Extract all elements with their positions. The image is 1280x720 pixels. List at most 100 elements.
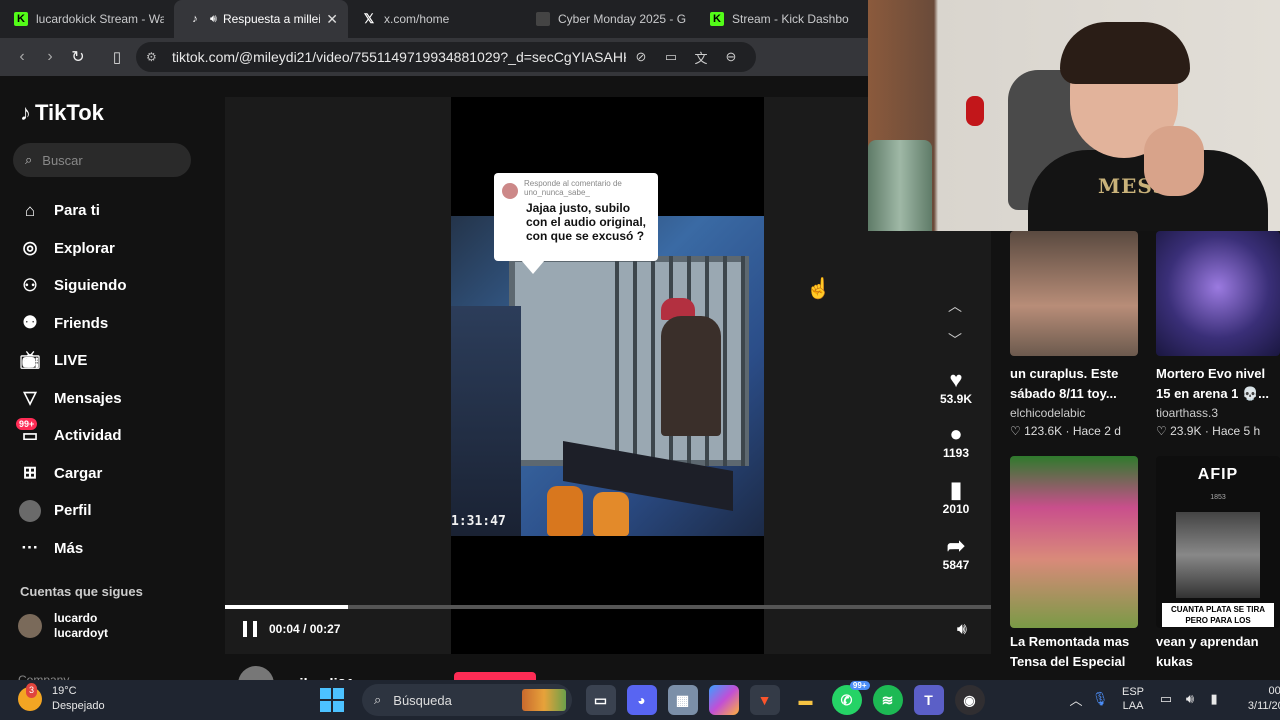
cctv-timestamp: 1:31:47 (451, 514, 506, 529)
copilot-icon[interactable] (708, 685, 739, 715)
video-frame[interactable]: 1:31:47 (451, 216, 764, 536)
video-controls: 00:04 / 00:27 (243, 621, 340, 637)
card-author[interactable]: tioarthass.3 (1156, 404, 1280, 422)
cast-icon[interactable]: ▭ (656, 49, 686, 65)
sidebar-item-para-ti[interactable]: ⌂ Para ti (18, 192, 218, 230)
scene-shelf (451, 306, 521, 536)
clock-date: 3/11/2025 (1247, 700, 1280, 712)
sidebar-item-perfil[interactable]: Perfil (18, 492, 218, 530)
sidebar-item-actividad[interactable]: ▭ 99+ Actividad (16, 417, 218, 455)
sidebar-item-label: Perfil (54, 502, 92, 520)
search-highlight-image (522, 689, 566, 711)
sidebar-item-cargar[interactable]: ⊞ Cargar (18, 455, 218, 493)
chevron-up-icon[interactable]: ︿ (1064, 690, 1088, 709)
system-tray: ︿ 🎙︎ ESP LAA ▭ 🔊︎ ▮ 00:30 3/11/2025 (1064, 684, 1280, 714)
avatar (18, 614, 42, 638)
share-button[interactable]: ➦ 5847 (931, 534, 981, 573)
bookmark-icon[interactable]: ▯ (106, 48, 128, 66)
tab-tiktok-active[interactable]: ♪ 🔊︎ Respuesta a milleid ✕ (174, 0, 348, 38)
recommended-card[interactable]: AFIP 1853 CUANTA PLATA SE TIRA PERO PARA… (1156, 456, 1280, 672)
taskbar-search-label: Búsqueda (393, 692, 452, 708)
volume-icon[interactable]: 🔊︎ (1178, 691, 1202, 707)
microphone-icon[interactable]: 🎙︎ (1088, 691, 1112, 707)
comment-count: 1193 (942, 446, 970, 460)
account-name: lucardo (54, 611, 98, 625)
reply-header: Responde al comentario de uno_nunca_sabe… (524, 179, 622, 197)
tab-title: Cyber Monday 2025 - Grid (558, 12, 686, 26)
folder-icon[interactable]: ▬ (791, 685, 821, 715)
back-arrow-icon[interactable]: ‹ (8, 48, 36, 66)
brave-browser-icon[interactable]: ▼ (749, 685, 780, 715)
search-icon: ⌕ (374, 692, 382, 707)
sidebar-item-explorar[interactable]: ◎ Explorar (18, 230, 218, 268)
tiktok-logo[interactable]: ♪ TikTok (20, 100, 104, 126)
tracking-shield-icon[interactable]: ⊘ (626, 49, 656, 65)
tab-kick-dashboard[interactable]: K Stream - Kick Dashbo (696, 0, 870, 38)
weather-widget[interactable]: 3 19°C Despejado (18, 683, 105, 714)
language-indicator[interactable]: ESP LAA (1122, 685, 1144, 713)
reply-comment-card: Responde al comentario de uno_nunca_sabe… (494, 173, 658, 261)
sidebar-item-siguiendo[interactable]: ⚇ Siguiendo (18, 267, 218, 305)
tab-x-home[interactable]: 𝕏 x.com/home (348, 0, 522, 38)
sidebar-item-label: Para ti (54, 202, 100, 220)
speaker-icon[interactable]: 🔊︎ (210, 13, 217, 26)
video-progress-fill (225, 605, 348, 609)
card-author[interactable]: elchicodelabic (1010, 404, 1138, 422)
obs-icon[interactable]: ◉ (954, 685, 985, 715)
spotify-icon[interactable]: ≋ (872, 685, 903, 715)
card-title: un curaplus. Este sábado 8/11 toy... (1010, 366, 1119, 401)
video-progress-bar[interactable] (225, 605, 991, 609)
close-tab-icon[interactable]: ✕ (326, 11, 338, 28)
address-bar[interactable]: ⚙ tiktok.com/@mileydi21/video/7551149719… (136, 42, 756, 72)
taskbar-search[interactable]: ⌕ Búsqueda (362, 684, 572, 716)
followed-account[interactable]: lucardo lucardoyt (18, 611, 108, 641)
network-icon[interactable]: ▭ (1154, 691, 1178, 707)
tab-title: Respuesta a milleid (222, 12, 321, 26)
comment-button[interactable]: ● 1193 (931, 422, 981, 461)
battery-icon[interactable]: ▮ (1202, 691, 1226, 707)
save-button[interactable]: ▮ 2010 (931, 478, 981, 517)
site-settings-icon[interactable]: ⚙ (146, 50, 164, 64)
screen: K lucardokick Stream - Watch ♪ 🔊︎ Respue… (0, 0, 1280, 720)
whatsapp-icon[interactable]: ✆ 99+ (831, 681, 870, 715)
like-button[interactable]: ♥ 53.9K (931, 368, 981, 407)
card-title: vean y aprendan kukas (1156, 634, 1259, 669)
sidebar-item-friends[interactable]: ⚉ Friends (18, 305, 218, 343)
time-separator: / (299, 622, 310, 636)
photoshop-icon[interactable]: ▦ (667, 685, 698, 715)
recommended-card[interactable]: Mortero Evo nivel 15 en arena 1 💀... tio… (1156, 231, 1280, 440)
webcam-overlay: MESSI (868, 0, 1280, 231)
reload-icon[interactable]: ↻ (64, 47, 92, 67)
zoom-icon[interactable]: ⊖ (716, 49, 746, 65)
forward-arrow-icon[interactable]: › (36, 48, 64, 66)
translate-icon[interactable]: 文 (686, 48, 716, 67)
grid-icon (536, 12, 550, 26)
video-thumbnail[interactable]: AFIP 1853 CUANTA PLATA SE TIRA PERO PARA… (1156, 456, 1280, 628)
teams-icon[interactable]: T (913, 685, 944, 715)
video-thumbnail[interactable] (1010, 456, 1138, 628)
windows-start-icon[interactable] (320, 688, 344, 712)
url-text[interactable]: tiktok.com/@mileydi21/video/755114971993… (172, 49, 626, 65)
sidebar-item-mensajes[interactable]: ▽ Mensajes (18, 380, 218, 418)
sidebar-item-mas[interactable]: ··· Más (18, 530, 218, 568)
clock[interactable]: 00:30 3/11/2025 (1238, 684, 1280, 714)
sidebar-item-live[interactable]: 📺︎ LIVE (18, 342, 218, 380)
video-thumbnail[interactable] (1010, 231, 1138, 356)
sidebar-item-label: LIVE (54, 352, 88, 370)
discord-icon[interactable]: ◕ (626, 685, 657, 715)
file-explorer-icon[interactable]: ▭ (585, 685, 616, 715)
recommended-card[interactable]: un curaplus. Este sábado 8/11 toy... elc… (1010, 231, 1138, 440)
windows-taskbar: 3 19°C Despejado ⌕ Búsqueda ▭ ◕ ▦ ▼ ▬ ✆ 9… (0, 680, 1280, 720)
sidebar-item-label: Siguiendo (54, 277, 127, 295)
chevron-up-icon[interactable]: ︿ (948, 296, 962, 316)
search-input[interactable]: ⌕ Buscar (13, 143, 191, 177)
chevron-down-icon[interactable]: ﹀ (948, 330, 962, 350)
volume-icon[interactable]: 🔊︎ (957, 621, 967, 639)
thumbnail-subtext: 1853 (1210, 494, 1226, 501)
video-thumbnail[interactable] (1156, 231, 1280, 356)
pause-icon[interactable] (243, 621, 257, 637)
tab-kick-stream[interactable]: K lucardokick Stream - Watch (0, 0, 174, 38)
live-tv-icon: 📺︎ (19, 350, 41, 370)
tab-cyber-monday[interactable]: Cyber Monday 2025 - Grid (522, 0, 696, 38)
recommended-card[interactable]: La Remontada mas Tensa del Especial ... (1010, 456, 1138, 672)
